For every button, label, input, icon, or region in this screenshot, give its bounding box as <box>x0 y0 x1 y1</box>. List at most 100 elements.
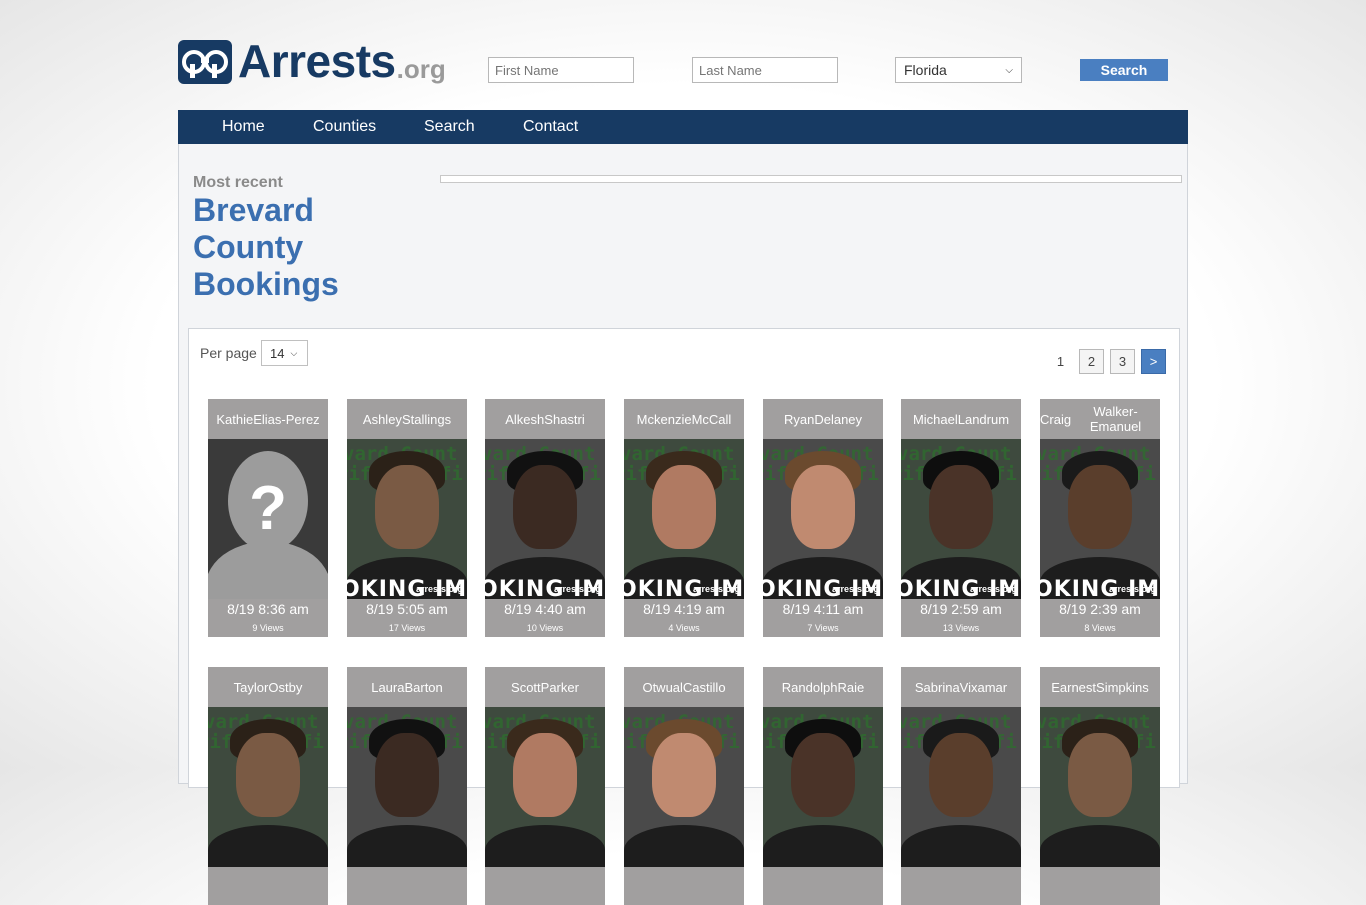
photo-site-label: arrests.org <box>415 584 463 594</box>
logo-tld: .org <box>396 54 446 84</box>
booking-card[interactable]: Craig Walker-Emanuel vard Countriff's Offi… <box>1040 399 1160 637</box>
handcuffs-logo-icon <box>178 40 232 84</box>
mugshot-photo: vard Countriff's OffiOKING IMAarrests.or… <box>347 439 467 599</box>
booking-last-name: Stallings <box>401 411 452 427</box>
mugshot-photo: vard Countriff's Offi <box>485 707 605 867</box>
booking-name: Taylor Ostby <box>208 667 328 707</box>
booking-views: 13 Views <box>942 623 980 633</box>
page-link[interactable]: 3 <box>1110 349 1135 374</box>
booking-card[interactable]: TaylorOstbyvard Countriff's Offi <box>208 667 328 905</box>
booking-card[interactable]: ScottParker vard Countriff's Offi <box>485 667 605 905</box>
booking-name: Kathie Elias-Perez <box>208 399 328 439</box>
booking-first-name: Earnest <box>1051 679 1097 695</box>
state-select[interactable]: Florida ⌵ <box>895 57 1022 83</box>
photo-site-label: arrests.org <box>553 584 601 594</box>
page-title: Brevard County Bookings <box>193 192 339 302</box>
booking-name: Laura Barton <box>347 667 467 707</box>
photo-site-label: arrests.org <box>831 584 879 594</box>
booking-time: 8/19 5:05 am <box>366 601 448 617</box>
booking-card[interactable]: SabrinaVixamarvard Countriff's Offi <box>901 667 1021 905</box>
booking-card[interactable]: LauraBartonvard Countriff's Offi <box>347 667 467 905</box>
booking-views: 4 Views <box>668 623 700 633</box>
booking-first-name: Scott <box>511 679 541 695</box>
mugshot-photo: vard Countriff's Offi <box>347 707 467 867</box>
booking-card[interactable]: RyanDelaneyvard Countriff's OffiOKING IM… <box>763 399 883 637</box>
booking-name: Sabrina Vixamar <box>901 667 1021 707</box>
booking-first-name: Sabrina <box>914 679 960 695</box>
booking-first-name: Kathie <box>216 411 254 427</box>
booking-time: 8/19 8:36 am <box>227 601 309 617</box>
booking-last-name: Walker-Emanuel <box>1089 404 1142 434</box>
mugshot-photo: vard Countriff's OffiOKING IMAarrests.or… <box>901 439 1021 599</box>
booking-views: 9 Views <box>252 623 284 633</box>
nav-home[interactable]: Home <box>222 110 265 144</box>
booking-card[interactable]: AlkeshShastrivard Countriff's OffiOKING … <box>485 399 605 637</box>
booking-name: Michael Landrum <box>901 399 1021 439</box>
no-photo-placeholder-icon: ? <box>208 439 328 599</box>
booking-last-name: Elias-Perez <box>253 411 320 427</box>
booking-name: Randolph Raie <box>763 667 883 707</box>
booking-card[interactable]: OtwualCastillo vard Countriff's Offi <box>624 667 744 905</box>
booking-last-name: Vixamar <box>959 679 1008 695</box>
booking-first-name: Mckenzie <box>636 411 692 427</box>
per-page-label: Per page <box>200 345 257 361</box>
first-name-input[interactable] <box>488 57 634 83</box>
booking-views: 7 Views <box>807 623 839 633</box>
svg-text:?: ? <box>249 474 287 543</box>
booking-first-name: Laura <box>371 679 405 695</box>
bookings-panel: Per page 14 ⌵ 1 2 3 > Kathie Elias-Perez?… <box>188 328 1180 905</box>
booking-first-name: Otwual <box>642 679 683 695</box>
booking-last-name: Parker <box>540 679 579 695</box>
site-logo[interactable]: Arrests .org <box>178 34 446 84</box>
booking-views: 10 Views <box>526 623 564 633</box>
booking-name: Craig Walker-Emanuel <box>1040 399 1160 439</box>
ad-slot <box>440 175 1182 183</box>
booking-last-name: Landrum <box>957 411 1010 427</box>
booking-card[interactable]: AshleyStallings vard Countriff's OffiOKIN… <box>347 399 467 637</box>
booking-time: 8/19 4:40 am <box>504 601 586 617</box>
logo-name: Arrests <box>238 35 396 87</box>
booking-first-name: Alkesh <box>505 411 545 427</box>
booking-last-name: Castillo <box>682 679 726 695</box>
nav-contact[interactable]: Contact <box>523 110 578 144</box>
booking-last-name: Simpkins <box>1096 679 1149 695</box>
main-nav: Home Counties Search Contact <box>178 110 1188 144</box>
booking-last-name: McCall <box>691 411 732 427</box>
booking-views: 8 Views <box>1084 623 1116 633</box>
mugshot-photo: vard Countriff's OffiOKING IMAarrests.or… <box>1040 439 1160 599</box>
photo-site-label: arrests.org <box>969 584 1017 594</box>
booking-card[interactable]: MichaelLandrumvard Countriff's OffiOKING… <box>901 399 1021 637</box>
booking-name: Alkesh Shastri <box>485 399 605 439</box>
last-name-input[interactable] <box>692 57 838 83</box>
per-page-value: 14 <box>270 345 285 361</box>
booking-card[interactable]: Kathie Elias-Perez? 8/19 8:36 am 9 Views <box>208 399 328 637</box>
mugshot-photo: vard Countriff's Offi <box>208 707 328 867</box>
nav-counties[interactable]: Counties <box>313 110 376 144</box>
booking-first-name: Randolph <box>781 679 838 695</box>
search-button[interactable]: Search <box>1080 59 1168 81</box>
pagination: 1 2 3 > <box>1048 349 1166 374</box>
per-page-select[interactable]: 14 ⌵ <box>261 340 308 366</box>
mugshot-photo: vard Countriff's Offi <box>624 707 744 867</box>
site-header: Arrests .org Florida ⌵ Search <box>178 34 1188 94</box>
booking-last-name: Delaney <box>814 411 863 427</box>
mugshot-photo: vard Countriff's OffiOKING IMAarrests.or… <box>485 439 605 599</box>
booking-first-name: Ryan <box>783 411 815 427</box>
page-link[interactable]: 2 <box>1079 349 1104 374</box>
booking-card[interactable]: MckenzieMcCallvard Countriff's OffiOKING… <box>624 399 744 637</box>
booking-name: Ryan Delaney <box>763 399 883 439</box>
booking-card[interactable]: EarnestSimpkinsvard Countriff's Offi <box>1040 667 1160 905</box>
booking-time: 8/19 4:11 am <box>782 601 864 617</box>
booking-time: 8/19 2:59 am <box>920 601 1002 617</box>
nav-search[interactable]: Search <box>424 110 475 144</box>
booking-first-name: Michael <box>912 411 958 427</box>
booking-name: Earnest Simpkins <box>1040 667 1160 707</box>
booking-time: 8/19 2:39 am <box>1059 601 1141 617</box>
chevron-down-icon: ⌵ <box>290 347 298 358</box>
booking-first-name: Ashley <box>362 411 402 427</box>
next-page-button[interactable]: > <box>1141 349 1166 374</box>
mugshot-photo: vard Countriff's Offi <box>1040 707 1160 867</box>
booking-time: 8/19 4:19 am <box>643 601 725 617</box>
booking-card[interactable]: RandolphRaievard Countriff's Offi <box>763 667 883 905</box>
photo-site-label: arrests.org <box>692 584 740 594</box>
